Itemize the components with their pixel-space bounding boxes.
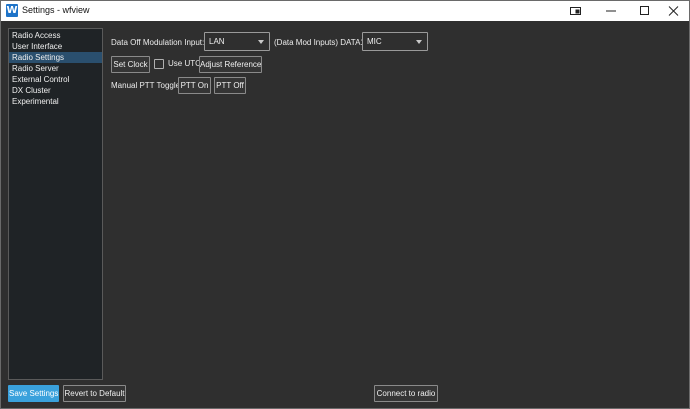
sidebar-item-user-interface[interactable]: User Interface <box>9 41 102 52</box>
ptt-off-button[interactable]: PTT Off <box>214 77 246 94</box>
close-icon[interactable] <box>657 1 690 21</box>
sidebar-item-external-control[interactable]: External Control <box>9 74 102 85</box>
sidebar-item-dx-cluster[interactable]: DX Cluster <box>9 85 102 96</box>
snap-layout-icon[interactable] <box>559 1 593 21</box>
data-mod-inputs-label: (Data Mod Inputs) DATA1: <box>274 38 368 47</box>
sidebar-item-radio-access[interactable]: Radio Access <box>9 30 102 41</box>
wfview-logo-icon: W <box>6 4 18 17</box>
use-utc-checkbox[interactable] <box>154 59 164 69</box>
settings-category-list[interactable]: Radio Access User Interface Radio Settin… <box>8 28 103 380</box>
window-title: Settings - wfview <box>22 5 90 15</box>
sidebar-item-radio-settings[interactable]: Radio Settings <box>9 52 102 63</box>
revert-to-default-button[interactable]: Revert to Default <box>63 385 126 402</box>
chevron-down-icon <box>416 40 422 44</box>
use-utc-label[interactable]: Use UTC <box>168 59 201 69</box>
sidebar-item-experimental[interactable]: Experimental <box>9 96 102 107</box>
ptt-on-button[interactable]: PTT On <box>178 77 211 94</box>
data-off-modulation-select[interactable]: LAN <box>204 32 270 51</box>
data1-input-value: MIC <box>367 37 382 46</box>
manual-ptt-toggle-label: Manual PTT Toggle <box>111 81 181 90</box>
connect-to-radio-button[interactable]: Connect to radio <box>374 385 438 402</box>
title-bar[interactable]: W Settings - wfview <box>1 1 689 21</box>
data1-input-select[interactable]: MIC <box>362 32 428 51</box>
chevron-down-icon <box>258 40 264 44</box>
sidebar-item-radio-server[interactable]: Radio Server <box>9 63 102 74</box>
save-settings-button[interactable]: Save Settings <box>8 385 59 402</box>
settings-window: W Settings - wfview Radio Access User In… <box>0 0 690 409</box>
data-off-modulation-value: LAN <box>209 37 225 46</box>
minimize-icon[interactable] <box>594 1 628 21</box>
set-clock-button[interactable]: Set Clock <box>111 56 150 73</box>
data-off-modulation-label: Data Off Modulation Input: <box>111 38 205 47</box>
adjust-reference-button[interactable]: Adjust Reference <box>199 56 262 73</box>
